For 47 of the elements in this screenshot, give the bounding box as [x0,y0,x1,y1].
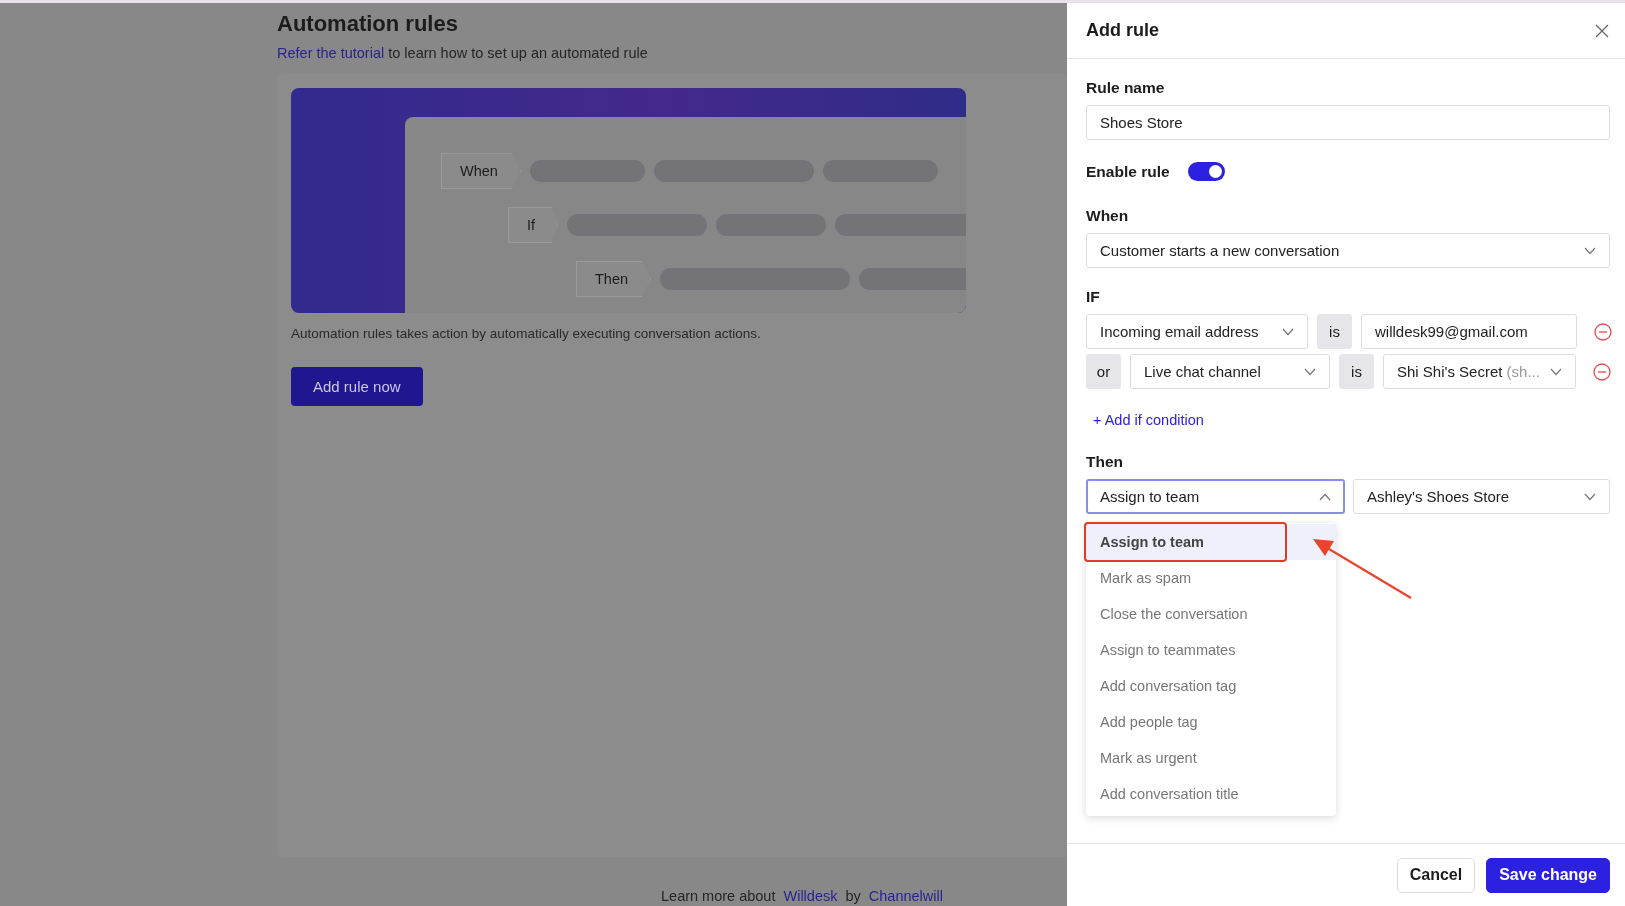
footer-text: Learn more about [661,888,776,904]
remove-icon[interactable] [1594,322,1612,341]
description-text: Automation rules takes action by automatically executing conversation actions. [291,326,762,341]
footer-text: by [845,888,861,904]
add-rule-button[interactable]: Add rule now [291,367,423,406]
operator-label: is [1339,354,1374,389]
save-button[interactable]: Save change [1486,857,1610,893]
chevron-icon [1319,492,1331,501]
condition-value-field[interactable]: willdesk99@gmail.com [1361,314,1577,349]
dropdown-option[interactable]: Assign to teammates [1086,632,1336,668]
field-label: When [1086,207,1130,225]
close-icon[interactable] [1595,23,1609,38]
operator-label: is [1317,314,1352,349]
cancel-button[interactable]: Cancel [1396,857,1476,893]
page-title: Automation rules [277,10,459,38]
dropdown-option[interactable]: Close the conversation [1086,596,1336,632]
team-select[interactable]: Ashley's Shoes Store [1353,479,1610,514]
dropdown-option[interactable]: Assign to team [1086,524,1336,560]
dropdown-option[interactable]: Mark as urgent [1086,740,1336,776]
field-label: Then [1086,453,1125,471]
step-chip: If [508,207,559,243]
add-condition-link[interactable]: + Add if condition [1093,412,1204,428]
field-label: Enable rule [1086,162,1170,181]
when-select[interactable]: Customer starts a new conversation [1086,233,1610,268]
field-label: Rule name [1086,79,1166,97]
step-chip: Then [576,261,652,297]
condition-value-select[interactable]: Shi Shi's Secret (sh... [1383,354,1576,389]
dropdown-option[interactable]: Add conversation tag [1086,668,1336,704]
drawer-title: Add rule [1086,20,1159,41]
field-label: IF [1086,288,1101,306]
condition-field-select[interactable]: Incoming email address [1086,314,1308,349]
page-subtitle: Refer the tutorial to learn how to set up an automated rule [277,45,649,61]
dropdown-option[interactable]: Add conversation title [1086,776,1336,812]
rule-name-field[interactable]: Shoes Store [1086,105,1610,140]
dropdown-option[interactable]: Add people tag [1086,704,1336,740]
condition-field-select[interactable]: Live chat channel [1130,354,1330,389]
chevron-icon [1304,367,1316,376]
connector-label: or [1086,354,1121,389]
step-chip: When [441,153,521,189]
remove-icon[interactable] [1593,362,1611,381]
dropdown-option[interactable]: Mark as spam [1086,560,1336,596]
chevron-icon [1584,492,1596,501]
action-select[interactable]: Assign to team [1086,479,1345,514]
enable-toggle[interactable] [1187,162,1225,181]
chevron-icon [1282,327,1294,336]
chevron-icon [1550,367,1562,376]
chevron-icon [1584,246,1596,255]
